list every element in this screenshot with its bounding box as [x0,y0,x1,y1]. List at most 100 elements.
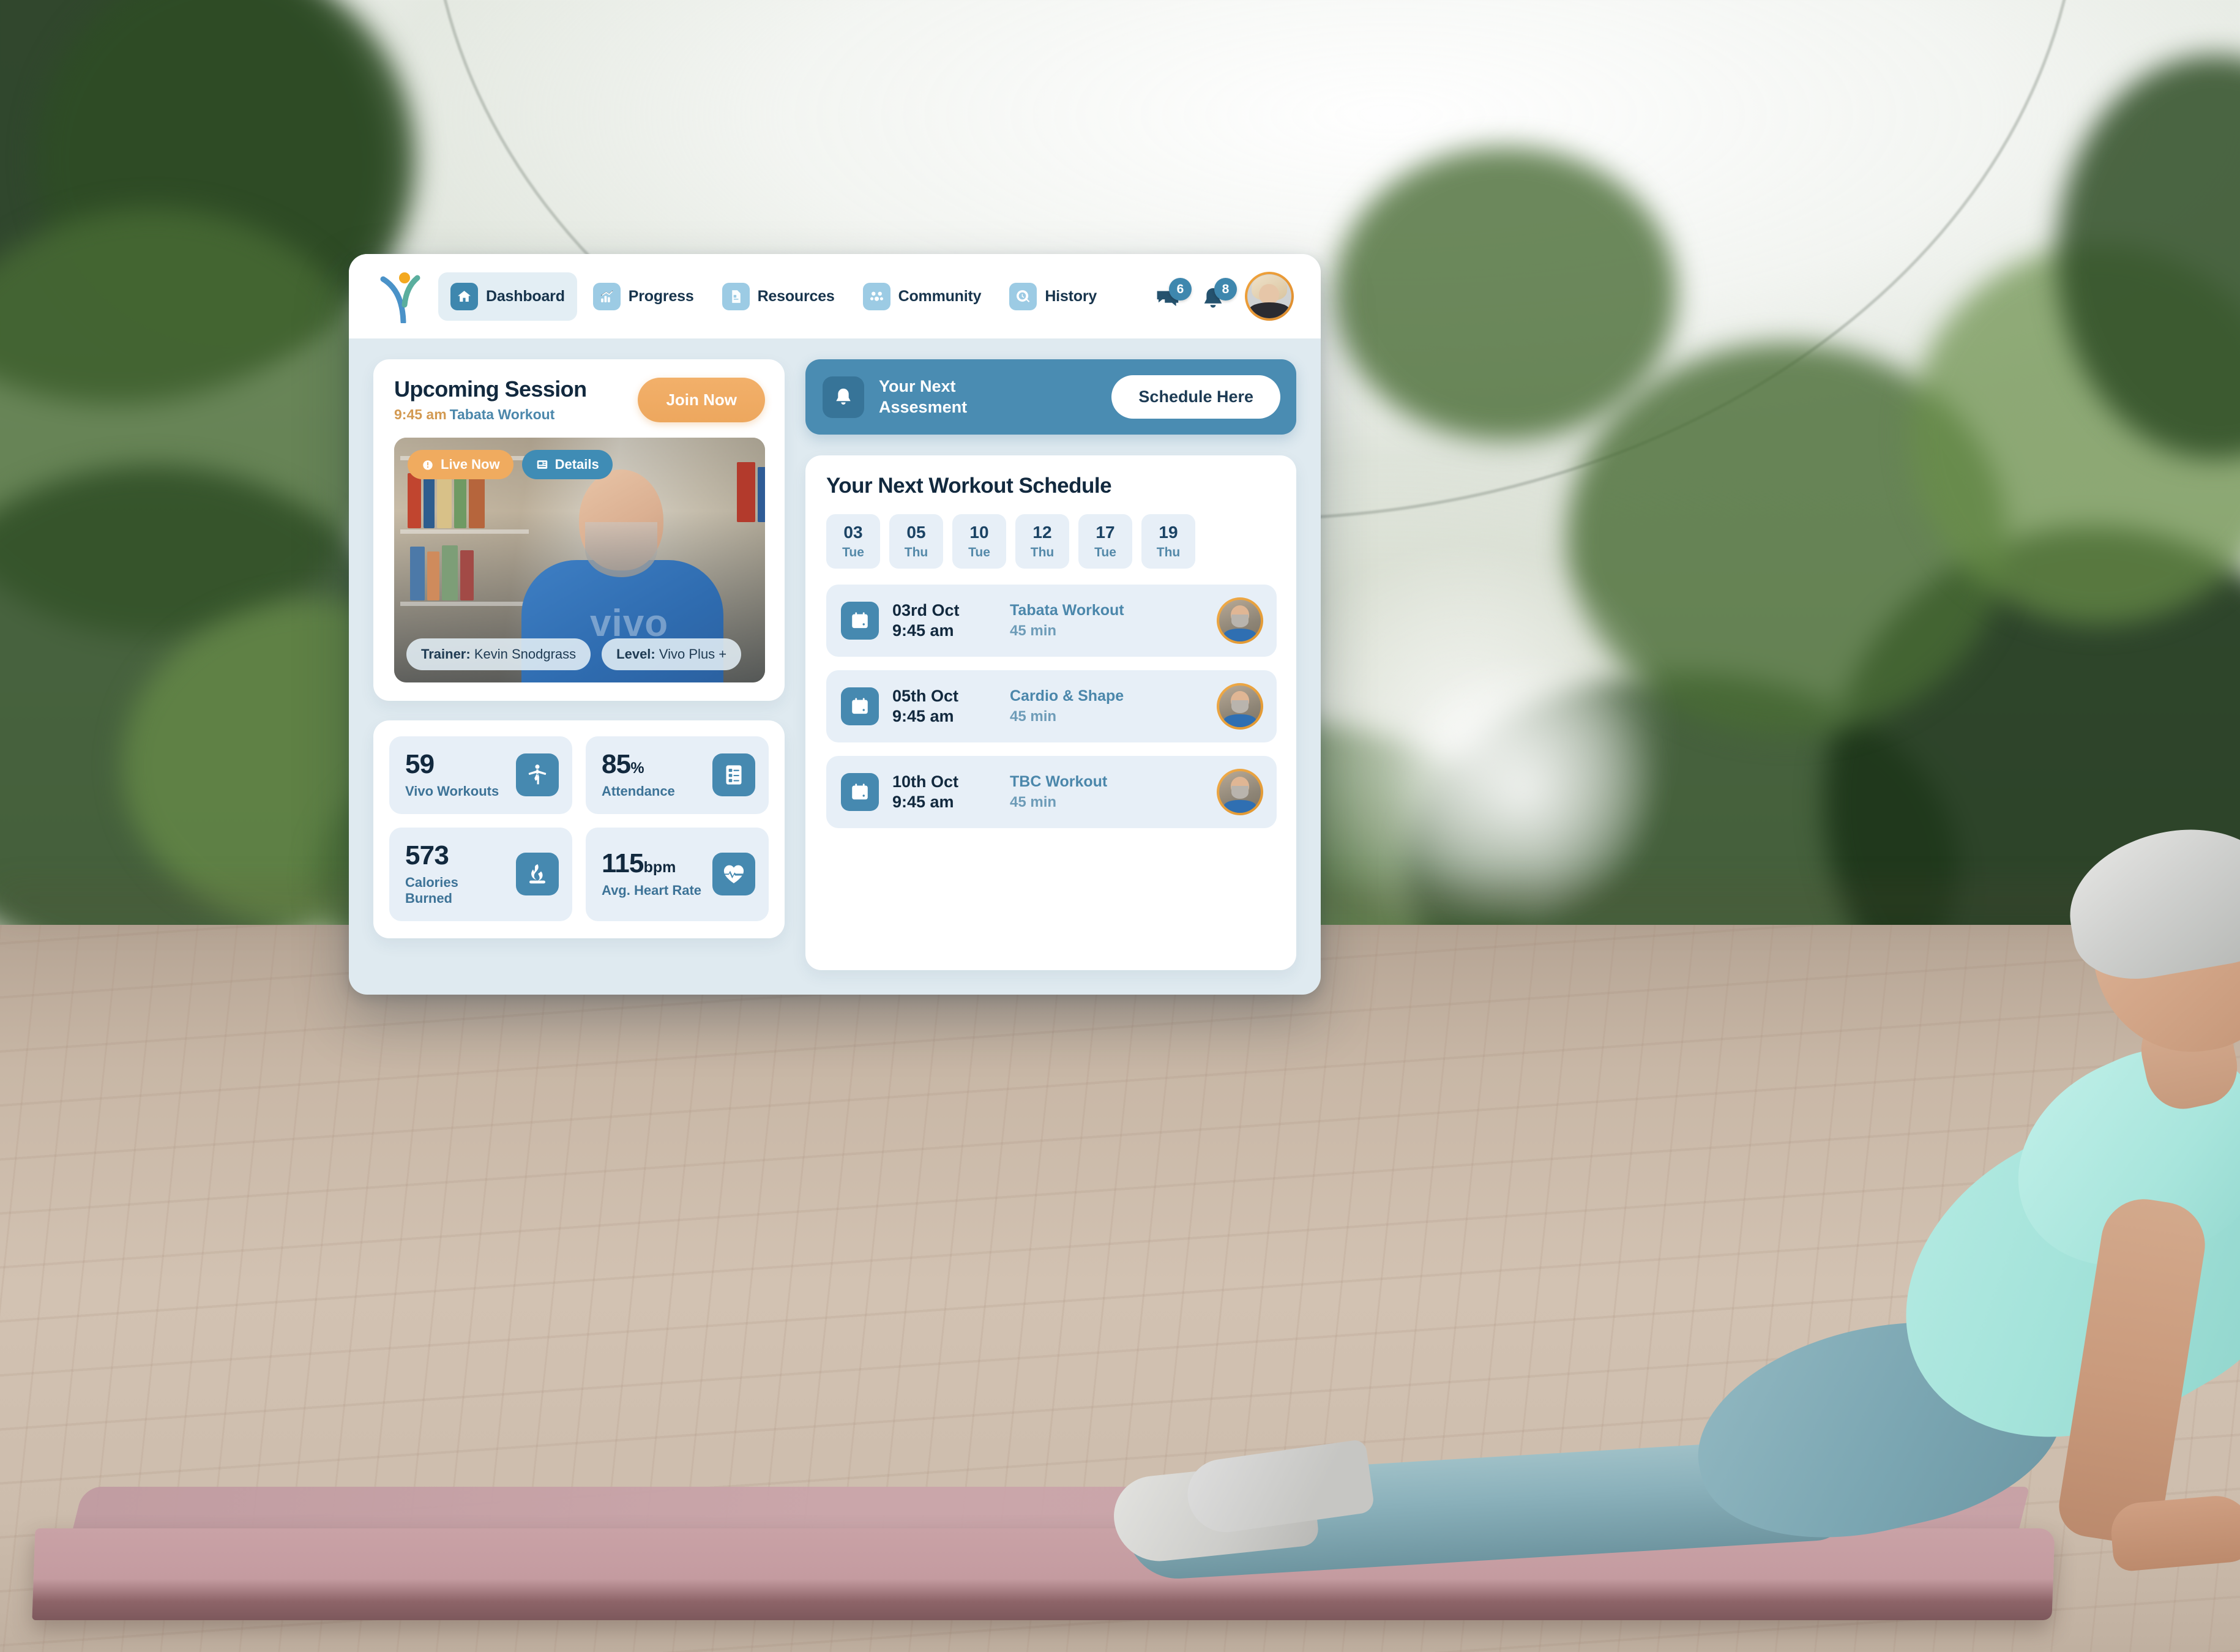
date-chip[interactable]: 10 Tue [952,514,1006,569]
date-chip[interactable]: 05 Thu [889,514,943,569]
nav-label: Dashboard [486,287,565,305]
trainer-avatar[interactable] [1217,768,1263,815]
schedule-workout-name: Tabata Workout [1010,601,1124,619]
video-badges: Live Now Details [408,449,613,479]
date-weekday: Tue [842,545,864,559]
date-number: 19 [1159,523,1178,542]
date-chip[interactable]: 03 Tue [826,514,880,569]
schedule-time: 9:45 am [892,706,954,725]
yoga-pose-icon [516,753,559,797]
nav-label: History [1045,287,1097,305]
messages-button[interactable]: 6 [1154,278,1192,312]
notifications-button[interactable]: 8 [1200,278,1237,312]
trainer-beard [585,521,657,577]
date-weekday: Tue [968,545,990,559]
stat-text: 573 Calories Burned [405,842,509,906]
video-footer-pills: Trainer: Kevin Snodgrass Level: Vivo Plu… [406,638,753,670]
upcoming-session-header: Upcoming Session 9:45 am Tabata Workout J… [394,376,765,423]
date-weekday: Thu [904,545,928,559]
trainer-value: Kevin Snodgrass [474,646,577,662]
trainer-pill: Trainer: Kevin Snodgrass [406,638,591,670]
schedule-date: 10th Oct [892,772,959,791]
assessment-line-2: Assesment [879,397,968,416]
stat-value: 59 [405,749,435,779]
date-number: 05 [906,523,926,542]
notifications-badge: 8 [1214,278,1237,301]
upcoming-session-text: Upcoming Session 9:45 am Tabata Workout [394,376,587,423]
session-workout-name: Tabata Workout [449,406,555,422]
trainer-avatar[interactable] [1217,682,1263,730]
schedule-what: TBC Workout 45 min [1010,772,1203,812]
date-chip[interactable]: 12 Thu [1015,514,1069,569]
stat-label: Vivo Workouts [405,783,499,799]
schedule-row[interactable]: 10th Oct 9:45 am TBC Workout 45 min [826,755,1277,828]
stat-value: 115 [602,848,644,878]
right-column: Your Next Assesment Schedule Here Your N… [805,359,1296,970]
nav-item-dashboard[interactable]: Dashboard [438,272,577,321]
schedule-when: 05th Oct 9:45 am [892,686,996,727]
nav-item-resources[interactable]: Resources [710,272,847,321]
session-video-preview[interactable]: vivo Live Now Details Trainer: Kevin Sno… [394,437,765,682]
stats-grid: 59 Vivo Workouts 85% Attendance 573 Calo… [389,736,769,921]
home-icon [450,282,478,310]
trainer-avatar[interactable] [1217,597,1263,644]
live-now-badge[interactable]: Live Now [408,449,513,479]
date-weekday: Thu [1156,545,1181,559]
join-now-button[interactable]: Join Now [638,378,765,423]
top-navigation-bar: Dashboard Progress Resources Community H… [349,254,1321,338]
heartbeat-icon [712,853,755,896]
bell-icon [823,376,864,418]
date-number: 12 [1032,523,1052,542]
stat-vivo-workouts: 59 Vivo Workouts [389,736,572,814]
stat-value-row: 573 [405,842,509,869]
schedule-row[interactable]: 05th Oct 9:45 am Cardio & Shape 45 min [826,670,1277,742]
stat-avg-heart-rate: 115bpm Avg. Heart Rate [586,827,769,921]
user-avatar[interactable] [1245,272,1294,321]
level-key: Level: [616,646,655,662]
nav-item-history[interactable]: History [997,272,1109,321]
stat-unit: bpm [643,858,676,876]
stat-value: 85 [602,749,631,779]
stat-value: 573 [405,840,449,870]
checklist-icon [712,753,755,797]
stat-value-row: 59 [405,749,499,779]
upcoming-session-card: Upcoming Session 9:45 am Tabata Workout J… [373,359,785,701]
calendar-icon [841,772,879,811]
stat-text: 85% Attendance [602,749,675,799]
nav-right-actions: 6 8 [1154,272,1294,321]
flame-icon [516,853,559,896]
details-badge[interactable]: Details [521,449,613,479]
session-time: 9:45 am [394,406,447,422]
schedule-date: 03rd Oct [892,600,960,619]
upcoming-session-title: Upcoming Session [394,376,587,402]
messages-badge: 6 [1169,278,1192,301]
schedule-date: 05th Oct [892,686,959,705]
chart-bar-icon [592,282,621,310]
schedule-workout-name: TBC Workout [1010,772,1108,790]
level-pill: Level: Vivo Plus + [602,638,742,670]
schedule-row[interactable]: 03rd Oct 9:45 am Tabata Workout 45 min [826,584,1277,657]
date-number: 03 [843,523,863,542]
date-chip[interactable]: 19 Thu [1141,514,1195,569]
schedule-time: 9:45 am [892,621,954,640]
nav-item-progress[interactable]: Progress [581,272,706,321]
date-chip[interactable]: 17 Tue [1078,514,1132,569]
document-icon [722,282,750,310]
date-number: 10 [969,523,989,542]
calendar-icon [841,687,879,725]
alarm-clock-icon [423,460,433,470]
date-selector: 03 Tue 05 Thu 10 Tue 12 Thu 17 Tue 19 Th… [826,514,1277,569]
details-label: Details [554,456,599,472]
vivo-logo-icon[interactable] [377,269,422,323]
schedule-when: 10th Oct 9:45 am [892,772,996,812]
nav-item-community[interactable]: Community [851,272,994,321]
article-icon [537,460,547,469]
schedule-time: 9:45 am [892,792,954,811]
schedule-here-button[interactable]: Schedule Here [1111,375,1280,419]
left-column: Upcoming Session 9:45 am Tabata Workout J… [373,359,785,970]
stat-unit: % [630,759,644,777]
schedule-what: Tabata Workout 45 min [1010,601,1203,640]
schedule-duration: 45 min [1010,622,1057,639]
next-assessment-banner: Your Next Assesment Schedule Here [805,359,1296,435]
stat-label: Avg. Heart Rate [602,882,702,898]
